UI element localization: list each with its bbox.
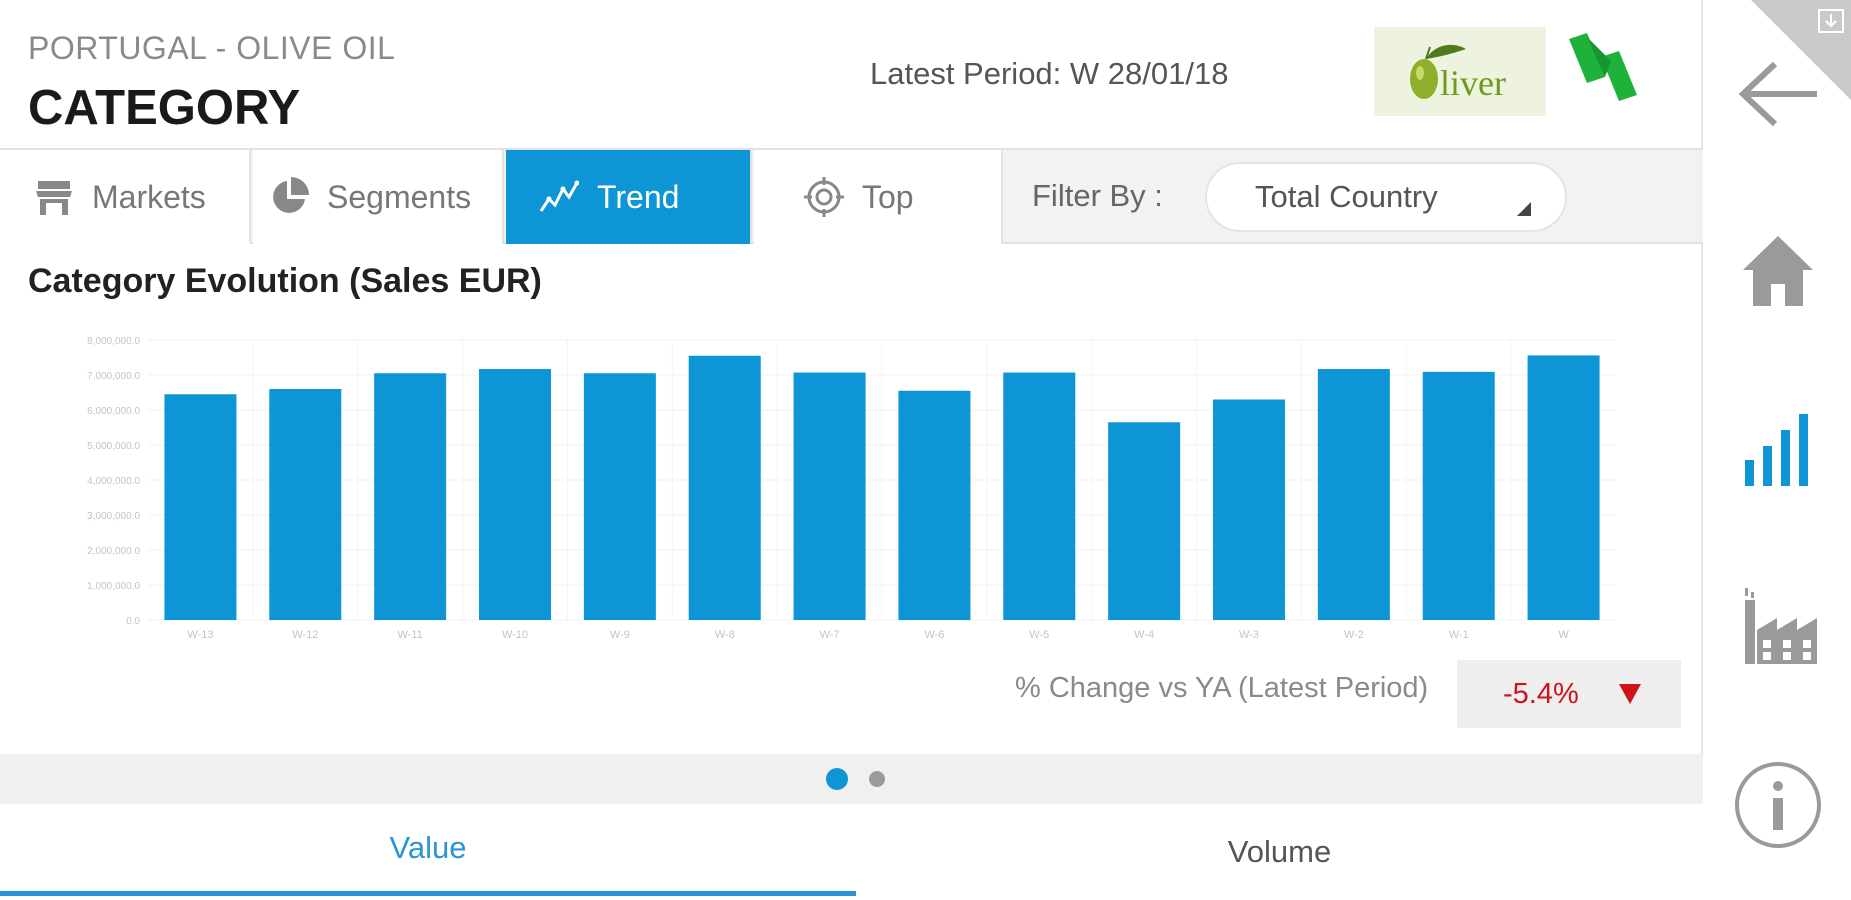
tab-segments-label: Segments [327,178,472,215]
bar-w-8[interactable] [688,355,761,620]
signal-bars-icon[interactable] [1743,410,1815,491]
tab-markets-label: Markets [92,178,206,215]
page-dot-2[interactable] [869,771,885,787]
tab-value[interactable]: Value [0,804,856,896]
page-indicator [0,754,1703,804]
bar-w-5[interactable] [1003,372,1076,620]
home-icon[interactable] [1741,234,1815,313]
main-panel: PORTUGAL - OLIVE OIL CATEGORY Latest Per… [0,0,1703,900]
x-tick-label: W-8 [715,629,735,641]
app-root: PORTUGAL - OLIVE OIL CATEGORY Latest Per… [0,0,1851,900]
bar-w-12[interactable] [269,389,342,620]
x-tick-label: W-11 [398,629,423,641]
page-title: CATEGORY [28,81,301,135]
bar-w-2[interactable] [1317,369,1390,620]
filter-dropdown[interactable]: Total Country [1205,162,1567,232]
y-tick-label: 0.0 [126,616,140,627]
y-tick-label: 8,000,000.0 [87,336,140,347]
factory-icon[interactable] [1741,586,1817,671]
x-tick-label: W-2 [1344,629,1364,641]
region-label: PORTUGAL - OLIVE OIL [28,30,396,66]
trend-line-icon [539,177,580,217]
info-icon[interactable] [1733,760,1823,855]
header: PORTUGAL - OLIVE OIL CATEGORY Latest Per… [0,0,1703,148]
x-tick-label: W-9 [610,629,630,641]
tab-top-label: Top [862,178,914,215]
tab-trend-label: Trend [597,178,680,215]
x-tick-label: W [1558,629,1569,641]
tab-markets[interactable]: Markets [0,150,251,244]
x-tick-label: W-3 [1239,629,1259,641]
y-tick-label: 7,000,000.0 [87,371,140,382]
tab-volume[interactable]: Volume [856,804,1703,900]
bar-w-10[interactable] [479,369,551,620]
store-icon [34,177,74,217]
x-tick-label: W-4 [1134,629,1154,641]
bar-w-7[interactable] [793,372,866,620]
brand-logo-text: liver [1440,63,1506,103]
filter-selected-value: Total Country [1255,179,1438,214]
pie-chart-icon [269,177,309,217]
olive-logo-icon: liver [1410,44,1506,103]
right-sidebar [1705,0,1851,900]
y-tick-label: 2,000,000.0 [87,546,140,557]
bar-chart: 0.0 1,000,000.0 2,000,000.0 3,000,000.0 4,00… [87,336,1616,641]
latest-period-label: Latest Period: W 28/01/18 [870,56,1229,91]
y-tick-label: 5,000,000.0 [87,441,140,452]
brand-logo: liver [1374,27,1546,116]
change-value: -5.4% [1503,678,1579,710]
bar-w-4[interactable] [1108,422,1181,620]
down-triangle-icon [1619,684,1641,704]
target-icon [804,177,844,217]
bar-w-1[interactable] [1422,371,1495,620]
tab-top[interactable]: Top [754,150,1003,244]
page-dot-1[interactable] [826,768,848,790]
change-badge: -5.4% [1457,660,1681,728]
x-tick-label: W-1 [1449,629,1469,641]
bar-w-11[interactable] [374,373,447,620]
x-tick-label: W-10 [502,629,528,641]
change-vs-ya-label: % Change vs YA (Latest Period) [1015,672,1429,704]
x-tick-label: W-6 [924,629,944,641]
bar-w-6[interactable] [898,390,971,620]
y-tick-label: 1,000,000.0 [87,581,140,592]
bar-w-3[interactable] [1213,399,1285,621]
y-tick-label: 6,000,000.0 [87,406,140,417]
download-corner-icon[interactable] [1751,0,1851,100]
y-tick-label: 4,000,000.0 [87,476,140,487]
bar-w[interactable] [1527,355,1600,620]
chart-title: Category Evolution (Sales EUR) [28,262,542,300]
bar-w-13[interactable] [164,394,237,620]
bottom-tab-bar: Value Volume [0,804,1703,900]
tab-bar: Markets Segments Trend Top Filter By: T… [0,148,1703,244]
x-tick-label: W-12 [292,629,318,641]
tab-trend[interactable]: Trend [506,150,752,244]
filter-label: Filter By : [1032,178,1163,213]
x-tick-label: W-5 [1029,629,1049,641]
y-tick-label: 3,000,000.0 [87,511,140,522]
bar-w-9[interactable] [583,373,656,620]
x-tick-label: W-13 [187,629,213,641]
x-tick-label: W-7 [820,629,840,641]
dropdown-caret-icon [1517,202,1531,216]
nielsen-logo-icon [1567,33,1639,107]
tab-segments[interactable]: Segments [253,150,504,244]
